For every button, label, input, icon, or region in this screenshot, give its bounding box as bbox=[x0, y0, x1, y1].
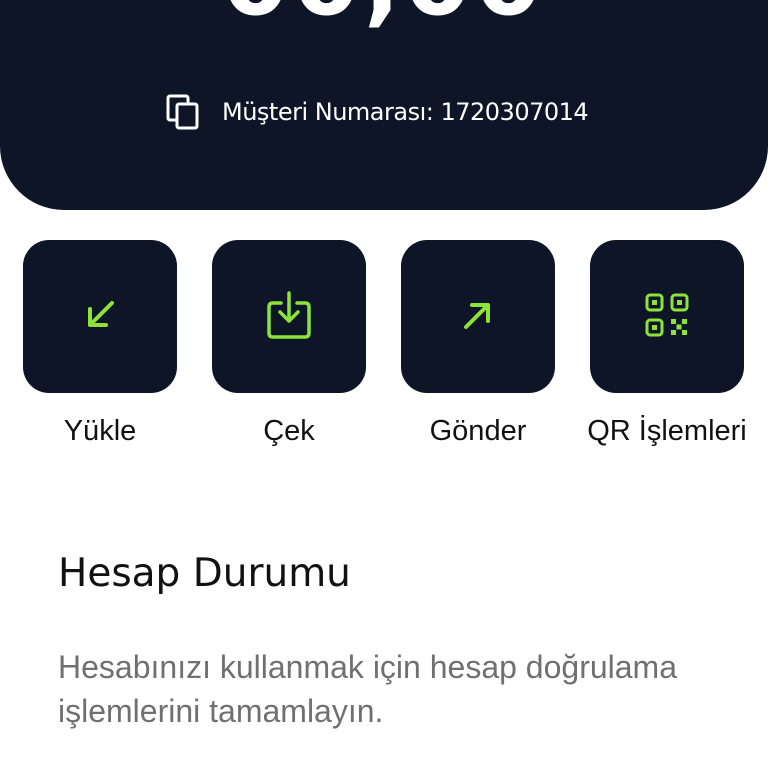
arrow-down-left-icon bbox=[80, 295, 120, 339]
account-status-title: Hesap Durumu bbox=[58, 551, 351, 596]
balance-amount: 00,00 bbox=[0, 0, 768, 36]
qr-operations-button[interactable]: QR İşlemleri bbox=[572, 240, 762, 449]
wallet-screen: 00,00 Müşteri Numarası: 1720307014 Yükle bbox=[0, 0, 768, 768]
load-money-button[interactable]: Yükle bbox=[5, 240, 195, 449]
action-label: Yükle bbox=[63, 415, 137, 447]
copy-icon[interactable] bbox=[166, 94, 200, 130]
balance-card: 00,00 Müşteri Numarası: 1720307014 bbox=[0, 0, 768, 210]
action-label: Gönder bbox=[429, 415, 527, 447]
account-status-description: Hesabınızı kullanmak için hesap doğrulam… bbox=[58, 649, 677, 729]
action-tile[interactable] bbox=[401, 240, 555, 393]
action-tile[interactable] bbox=[590, 240, 744, 393]
arrow-up-right-icon bbox=[458, 295, 498, 339]
action-label: Çek bbox=[263, 415, 315, 447]
customer-number: Müşteri Numarası: 1720307014 bbox=[222, 98, 589, 126]
action-tile[interactable] bbox=[23, 240, 177, 393]
action-label: QR İşlemleri bbox=[587, 415, 747, 447]
customer-number-row: Müşteri Numarası: 1720307014 bbox=[166, 92, 589, 132]
quick-actions: Yükle Çek Gönder QR İşlemleri bbox=[0, 240, 768, 460]
action-tile[interactable] bbox=[212, 240, 366, 393]
qr-code-icon bbox=[644, 292, 690, 342]
send-money-button[interactable]: Gönder bbox=[383, 240, 573, 449]
withdraw-button[interactable]: Çek bbox=[194, 240, 384, 449]
download-tray-icon bbox=[265, 289, 313, 345]
